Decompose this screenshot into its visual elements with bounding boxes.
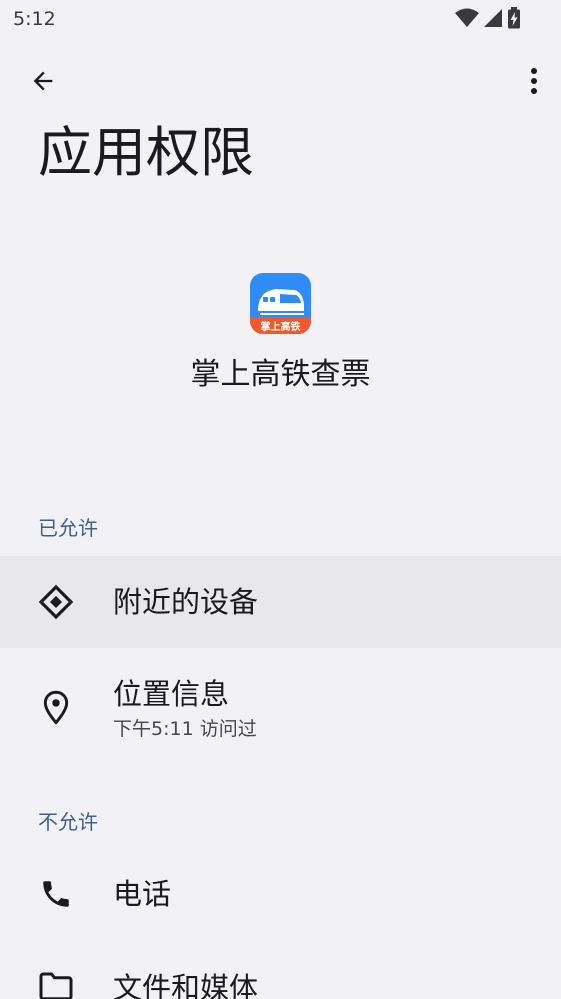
permission-title: 文件和媒体 (113, 971, 259, 999)
permission-row-nearby-devices[interactable]: 附近的设备 (0, 556, 561, 648)
phone-icon (36, 874, 76, 914)
wifi-icon (455, 8, 479, 27)
page-title: 应用权限 (38, 121, 254, 184)
permission-row-phone[interactable]: 电话 (0, 850, 561, 942)
status-icons (455, 7, 521, 29)
permission-row-files-media[interactable]: 文件和媒体 (0, 942, 561, 999)
location-icon (36, 688, 76, 728)
section-header-denied: 不允许 (38, 810, 98, 834)
status-bar: 5:12 (0, 0, 561, 40)
permission-row-location[interactable]: 位置信息 下午5:11 访问过 (0, 648, 561, 758)
cell-signal-icon (484, 9, 502, 27)
nearby-devices-icon (36, 582, 76, 622)
app-icon: 掌上高铁 (250, 273, 311, 334)
more-options-button[interactable] (521, 58, 547, 104)
battery-charging-icon (508, 7, 520, 29)
app-icon-label: 掌上高铁 (261, 320, 301, 333)
status-time: 5:12 (13, 8, 56, 30)
permission-title: 附近的设备 (113, 585, 259, 619)
app-permissions-screen: 5:12 应用权限 掌上高铁 掌上高铁查票 已允许 附近的设备 位置信息 下午5… (0, 0, 561, 999)
folder-icon (36, 966, 76, 999)
app-name: 掌上高铁查票 (190, 357, 371, 392)
permission-subtitle: 下午5:11 访问过 (113, 718, 257, 740)
permission-title: 电话 (113, 877, 172, 911)
permission-title: 位置信息 (113, 677, 230, 711)
more-vert-icon (531, 68, 537, 94)
section-header-allowed: 已允许 (38, 516, 98, 540)
arrow-back-icon (33, 71, 53, 91)
train-app-logo-icon: 掌上高铁 (250, 273, 311, 334)
back-button[interactable] (20, 58, 66, 104)
